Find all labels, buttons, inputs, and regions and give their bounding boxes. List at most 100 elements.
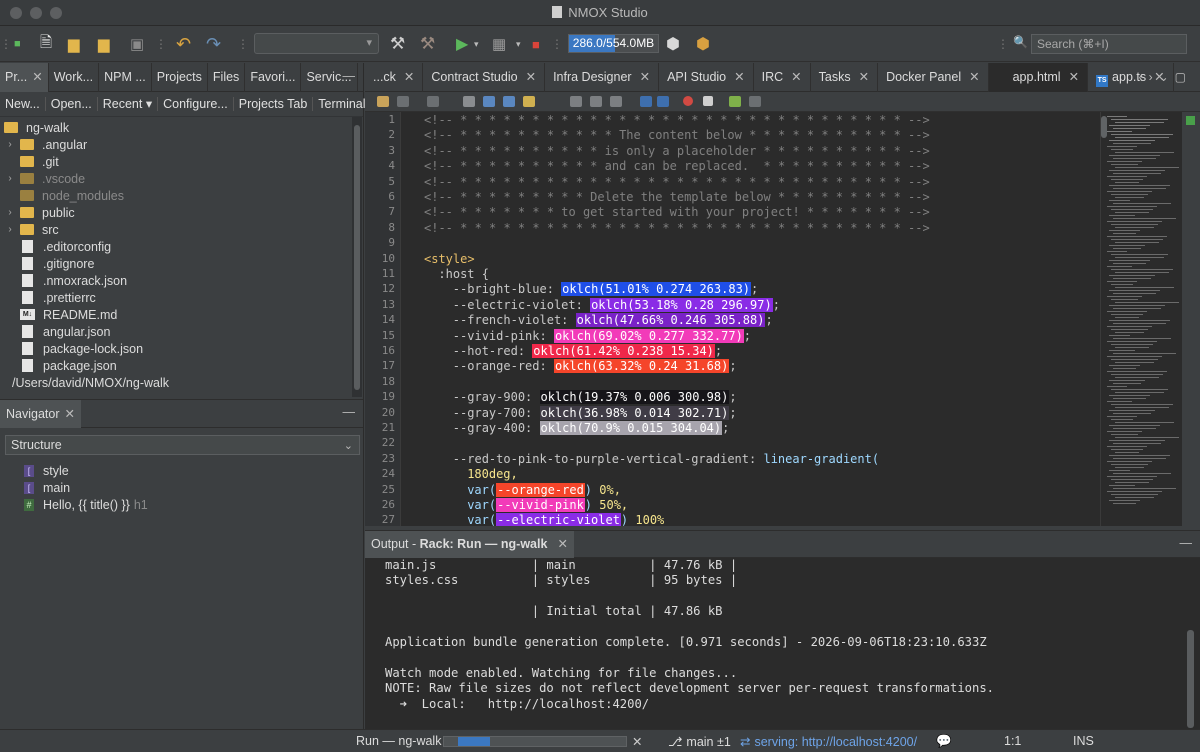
tab-npm[interactable]: NPM ... xyxy=(99,63,152,92)
record-macro-icon[interactable] xyxy=(683,96,693,106)
tree-item[interactable]: package.json xyxy=(20,357,117,374)
clean-build-icon[interactable]: ⚒ xyxy=(420,34,435,54)
tree-item[interactable]: .editorconfig xyxy=(20,238,111,255)
terminal-action[interactable]: Terminal xyxy=(313,97,370,111)
undo-icon[interactable]: ↶ xyxy=(176,34,191,54)
stop-icon[interactable]: ■ xyxy=(532,34,540,54)
last-edit-icon[interactable] xyxy=(427,96,439,107)
new-file-icon[interactable]: 🗎 xyxy=(40,34,52,54)
close-icon[interactable]: ✕ xyxy=(640,70,650,84)
save-all-icon[interactable]: ▣ xyxy=(130,34,144,54)
minimize-panel-icon[interactable]: — xyxy=(343,405,356,419)
tab-favorites[interactable]: Favori... xyxy=(245,63,302,92)
close-icon[interactable]: ✕ xyxy=(734,70,744,84)
navigator-item[interactable]: [main xyxy=(24,479,70,496)
uncomment-icon[interactable] xyxy=(749,96,761,107)
configure-action[interactable]: Configure... xyxy=(158,97,234,111)
close-icon[interactable]: ✕ xyxy=(404,70,414,84)
next-bookmark-icon[interactable] xyxy=(610,96,622,107)
find-previous-icon[interactable] xyxy=(483,96,495,107)
close-icon[interactable]: ✕ xyxy=(32,70,42,84)
chevron-right-icon[interactable]: › xyxy=(4,173,16,184)
projects-tab-action[interactable]: Projects Tab xyxy=(234,97,314,111)
open-project-icon[interactable]: ▆ xyxy=(68,34,80,54)
editor-tab-active[interactable]: app.html ✕ xyxy=(988,63,1089,92)
tree-item[interactable]: angular.json xyxy=(20,323,110,340)
tab-workspaces[interactable]: Work... xyxy=(49,63,100,92)
gc-icon[interactable]: ⬢ xyxy=(696,34,710,54)
editor-tab[interactable]: Tasks ✕ xyxy=(811,63,879,92)
navigator-item[interactable]: [style xyxy=(24,462,69,479)
tree-item[interactable]: › src xyxy=(4,221,58,238)
search-input[interactable]: Search (⌘+I) xyxy=(1031,34,1187,54)
minimize-panel-icon[interactable]: — xyxy=(343,69,356,83)
tree-item[interactable]: .git xyxy=(20,153,59,170)
tree-item[interactable]: package-lock.json xyxy=(20,340,143,357)
tree-root[interactable]: ng-walk xyxy=(4,119,69,136)
run-progress-bar[interactable] xyxy=(443,736,627,747)
shift-right-icon[interactable] xyxy=(657,96,669,107)
editor-tab[interactable]: Infra Designer ✕ xyxy=(545,63,660,92)
redo-icon[interactable]: ↷ xyxy=(206,34,221,54)
tree-item[interactable]: node_modules xyxy=(20,187,124,204)
tab-output[interactable]: Output - Rack: Run — ng-walk ✕ xyxy=(365,531,574,558)
tab-projects[interactable]: Projects xyxy=(152,63,208,92)
shift-left-icon[interactable] xyxy=(640,96,652,107)
close-icon[interactable]: ✕ xyxy=(557,537,567,551)
git-branch[interactable]: ⎇ main ±1 xyxy=(668,734,731,749)
open-project-action[interactable]: Open... xyxy=(46,97,98,111)
tree-item[interactable]: M↓ README.md xyxy=(20,306,117,323)
chevron-right-icon[interactable]: › xyxy=(4,139,16,150)
tree-item[interactable]: › .vscode xyxy=(4,170,85,187)
editor-tab[interactable]: IRC ✕ xyxy=(754,63,811,92)
tab-projects-window[interactable]: Pr... ✕ xyxy=(0,63,49,92)
history-icon[interactable] xyxy=(397,96,409,107)
code-minimap[interactable] xyxy=(1100,112,1182,526)
debug-icon[interactable]: ▦ xyxy=(492,34,506,54)
find-icon[interactable] xyxy=(463,96,475,107)
tab-files[interactable]: Files xyxy=(208,63,246,92)
editor-tab[interactable]: API Studio ✕ xyxy=(659,63,754,92)
toggle-highlight-icon[interactable] xyxy=(523,96,535,107)
recent-projects-action[interactable]: Recent ▾ xyxy=(98,97,159,111)
run-dropdown-icon[interactable]: ▾ xyxy=(474,34,479,54)
tab-navigation[interactable]: ‹›⌄▢ xyxy=(1139,70,1192,84)
minimize-panel-icon[interactable]: — xyxy=(1180,536,1193,550)
profiler-icon[interactable]: ⬢ xyxy=(666,34,680,54)
tree-item[interactable]: › .angular xyxy=(4,136,87,153)
find-next-icon[interactable] xyxy=(503,96,515,107)
close-icon[interactable]: ✕ xyxy=(1069,70,1079,84)
caret-position[interactable]: 1:1 xyxy=(1004,734,1021,748)
toggle-bookmark-icon[interactable] xyxy=(570,96,582,107)
tree-item[interactable]: .gitignore xyxy=(20,255,94,272)
new-project-action[interactable]: New... xyxy=(0,97,46,111)
run-icon[interactable]: ▶ xyxy=(456,34,468,54)
tree-item[interactable]: .prettierrc xyxy=(20,289,96,306)
insert-mode[interactable]: INS xyxy=(1073,734,1094,748)
editor-tab[interactable]: ...ck ✕ xyxy=(365,63,424,92)
editor-tab[interactable]: Contract Studio ✕ xyxy=(423,63,546,92)
open-folder-icon[interactable]: ▆ xyxy=(98,34,110,54)
cancel-run-icon[interactable]: ✕ xyxy=(632,734,642,749)
previous-bookmark-icon[interactable] xyxy=(590,96,602,107)
tab-navigator[interactable]: Navigator ✕ xyxy=(0,400,81,428)
navigator-view-select[interactable]: Structure ⌄ xyxy=(5,435,360,455)
new-project-icon[interactable]: ■ xyxy=(14,34,21,54)
navigator-item[interactable]: # Hello, {{ title() }} h1 xyxy=(24,496,148,513)
tree-item[interactable]: .nmoxrack.json xyxy=(20,272,127,289)
chevron-right-icon[interactable]: › xyxy=(4,224,16,235)
close-icon[interactable]: ✕ xyxy=(526,70,536,84)
editor-scrollbar[interactable] xyxy=(1101,116,1107,138)
serving-link[interactable]: ⇄ serving: http://localhost:4200/ xyxy=(740,734,917,749)
debug-dropdown-icon[interactable]: ▾ xyxy=(516,34,521,54)
build-hammer-icon[interactable]: ⚒ xyxy=(390,34,405,54)
notifications-icon[interactable]: 💬 xyxy=(936,734,952,749)
configuration-select[interactable]: ▾ xyxy=(254,33,379,54)
close-icon[interactable]: ✕ xyxy=(65,407,75,421)
close-icon[interactable]: ✕ xyxy=(859,70,869,84)
close-icon[interactable]: ✕ xyxy=(791,70,801,84)
chevron-right-icon[interactable]: › xyxy=(4,207,16,218)
close-icon[interactable]: ✕ xyxy=(969,70,979,84)
comment-icon[interactable] xyxy=(729,96,741,107)
editor-tab[interactable]: Docker Panel ✕ xyxy=(878,63,989,92)
